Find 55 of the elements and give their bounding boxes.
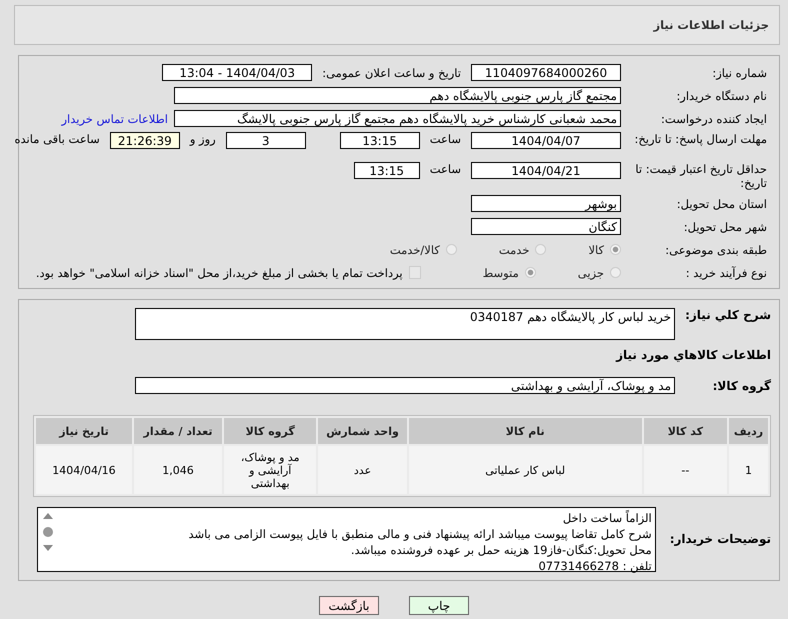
field-label: توضیحات خریدار: — [670, 532, 771, 546]
reply-date-field: 1404/04/07 — [471, 132, 621, 149]
province-field: بوشهر — [471, 195, 621, 212]
table-cell: -- — [644, 446, 727, 494]
goods-group-field: مد و پوشاک، آرایشی و بهداشتی — [135, 377, 675, 394]
validity-date-field: 1404/04/21 — [471, 162, 621, 179]
buyer-org-field: مجتمع گاز پارس جنوبی پالایشگاه دهم — [174, 87, 621, 104]
column-header: گروه کالا — [224, 418, 316, 444]
city-field: کنگان — [471, 218, 621, 235]
field-label: ساعت — [428, 132, 462, 146]
column-header: تعداد / مقدار — [134, 418, 222, 444]
field-label: گروه کالا: — [712, 378, 771, 392]
field-label: تاریخ و ساعت اعلان عمومی: — [321, 66, 462, 80]
section-title: اطلاعات کالاهاي مورد نياز — [614, 347, 771, 364]
days-field: 3 — [226, 132, 306, 149]
column-header: کد کالا — [644, 418, 727, 444]
field-label: نوع فرآیند خرید : — [684, 266, 767, 280]
field-label: شرح کلي نياز: — [684, 308, 771, 322]
table-cell: 1 — [729, 446, 768, 494]
column-header: ردیف — [729, 418, 768, 444]
field-label: روز و — [188, 132, 217, 146]
validity-time-field: 13:15 — [354, 162, 420, 179]
field-label: حداقل تاریخ اعتبار قیمت: تا تاریخ: — [634, 162, 767, 190]
reply-time-field: 13:15 — [340, 132, 420, 149]
summary-field: خرید لباس کار پالایشگاه دهم 0340187 — [135, 308, 675, 340]
column-header: واحد شمارش — [318, 418, 407, 444]
field-label: استان محل تحویل: — [676, 196, 767, 210]
table-cell: مد و پوشاک، آرایشی و بهداشتی — [224, 446, 316, 494]
field-label: شهر محل تحویل: — [682, 220, 767, 234]
remaining-time-field: 21:26:39 — [110, 132, 180, 149]
requester-field: محمد شعبانی کارشناس خرید پالایشگاه دهم مجتمع گاز پارس جنوبی پالایشگ — [174, 110, 621, 127]
print-button[interactable]: چاپ — [409, 596, 469, 615]
category-radio[interactable]: کالا/خدمت — [390, 242, 457, 256]
field-label: شماره نیاز: — [711, 66, 767, 80]
field-label: ساعت — [428, 162, 462, 176]
field-label: مهلت ارسال پاسخ: تا تاریخ: — [633, 132, 767, 146]
announce-date-field: 1404/04/03 - 13:04 — [162, 64, 312, 81]
category-radio[interactable]: کالا — [588, 242, 621, 256]
table-cell: 1404/04/16 — [36, 446, 132, 494]
back-button[interactable]: بازگشت — [319, 596, 379, 615]
table-cell: لباس کار عملیاتی — [408, 446, 642, 494]
field-label: نام دستگاه خریدار: — [675, 88, 767, 102]
buyer-contact-link[interactable]: اطلاعات تماس خریدار — [61, 112, 168, 126]
page-title: جزئیات اطلاعات نیاز — [653, 18, 769, 32]
process-radio[interactable]: متوسط — [482, 266, 536, 280]
process-radio[interactable]: جزیی — [578, 266, 621, 280]
column-header: نام کالا — [408, 418, 642, 444]
table-cell: عدد — [318, 446, 407, 494]
field-label: طبقه بندی موضوعی: — [664, 242, 767, 256]
category-radio[interactable]: خدمت — [498, 242, 546, 256]
field-label: ساعت باقی مانده — [14, 132, 101, 146]
column-header: تاریخ نیاز — [36, 418, 132, 444]
need-number-field: 1104097684000260 — [471, 64, 621, 81]
table-cell: 1,046 — [134, 446, 222, 494]
field-label: ایجاد کننده درخواست: — [660, 112, 767, 126]
